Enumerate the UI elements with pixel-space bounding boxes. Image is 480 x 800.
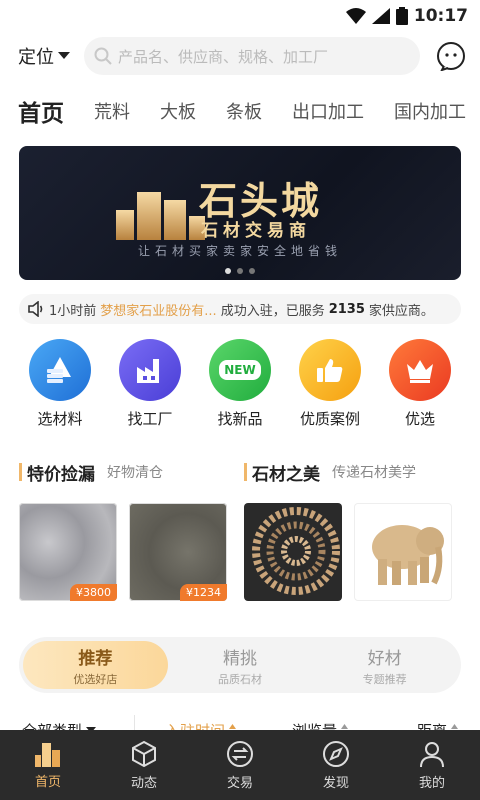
segment-main: 推荐 bbox=[78, 648, 113, 669]
bottom-nav: 首页 动态 交易 发现 我的 bbox=[0, 730, 480, 800]
tab-export-processing[interactable]: 出口加工 bbox=[292, 98, 364, 124]
segment-sub: 品质石材 bbox=[218, 672, 262, 686]
beauty-title: 石材之美 bbox=[252, 464, 320, 485]
quick-label: 找工厂 bbox=[127, 410, 173, 428]
cube-icon bbox=[132, 740, 156, 767]
tab-home[interactable]: 首页 bbox=[18, 94, 64, 131]
deals-title: 特价捡漏 bbox=[27, 464, 95, 485]
crown-icon bbox=[389, 339, 451, 401]
exchange-icon bbox=[227, 740, 253, 767]
status-bar: 10:17 bbox=[0, 0, 480, 32]
signal-icon bbox=[371, 8, 390, 24]
nav-discover[interactable]: 发现 bbox=[288, 730, 384, 800]
carousel-dots bbox=[225, 268, 255, 274]
beauty-subtitle: 传递石材美学 bbox=[332, 465, 416, 481]
nav-profile[interactable]: 我的 bbox=[384, 730, 480, 800]
carousel-dot[interactable] bbox=[237, 268, 243, 274]
category-tabs: 首页 荒料 大板 条板 出口加工 国内加工 bbox=[0, 88, 480, 134]
notice-bar[interactable]: 1小时前 梦想家石业股份有... 成功入驻，已服务 2135 家供应商。 bbox=[19, 294, 461, 324]
banner-slogan: 让石材买家卖家安全地省钱 bbox=[137, 244, 342, 258]
segment-sub: 专题推荐 bbox=[362, 672, 407, 686]
deals-subtitle: 好物清仓 bbox=[107, 465, 163, 481]
segment-recommend[interactable]: 推荐 优选好店 bbox=[23, 641, 168, 689]
quick-label: 优质案例 bbox=[299, 410, 360, 428]
deal-item-dark-stone[interactable]: ¥1234 bbox=[129, 503, 227, 601]
quick-find-factory[interactable]: 找工厂 bbox=[110, 339, 190, 429]
promo-banner[interactable]: 石头城 石材交易商 让石材买家卖家安全地省钱 bbox=[19, 146, 461, 280]
wifi-icon bbox=[345, 8, 366, 24]
tab-blocks[interactable]: 荒料 bbox=[94, 98, 130, 124]
carousel-dot[interactable] bbox=[249, 268, 255, 274]
beauty-item-pebble-spiral[interactable] bbox=[244, 503, 342, 601]
battery-icon bbox=[395, 7, 408, 25]
notice-count: 2135 bbox=[328, 301, 365, 317]
speaker-icon bbox=[28, 301, 43, 317]
nav-home[interactable]: 首页 bbox=[0, 730, 96, 800]
nav-trade[interactable]: 交易 bbox=[192, 730, 288, 800]
banner-subtitle: 石材交易商 bbox=[201, 221, 311, 241]
message-icon[interactable] bbox=[436, 41, 466, 71]
quick-preferred[interactable]: 优选 bbox=[380, 339, 460, 429]
location-selector[interactable]: 定位 bbox=[18, 43, 84, 69]
notice-time: 1小时前 bbox=[49, 303, 97, 319]
location-label: 定位 bbox=[18, 47, 54, 68]
deal-item-granite[interactable]: ¥3800 bbox=[19, 503, 117, 601]
quick-label: 选材料 bbox=[37, 410, 83, 428]
search-placeholder: 产品名、供应商、规格、加工厂 bbox=[118, 47, 329, 66]
nav-label: 我的 bbox=[418, 775, 445, 791]
notice-text: 成功入驻，已服务 bbox=[220, 303, 325, 319]
tab-strips[interactable]: 条板 bbox=[226, 98, 262, 124]
nav-label: 发现 bbox=[322, 775, 349, 791]
carousel-dot[interactable] bbox=[225, 268, 231, 274]
segment-main: 好材 bbox=[367, 648, 402, 669]
home-building-icon bbox=[35, 742, 60, 767]
quick-quality-cases[interactable]: 优质案例 bbox=[290, 339, 370, 429]
search-input[interactable]: 产品名、供应商、规格、加工厂 bbox=[84, 37, 420, 75]
nav-label: 交易 bbox=[226, 775, 253, 791]
search-icon bbox=[94, 47, 112, 65]
quick-find-new[interactable]: NEW 找新品 bbox=[200, 339, 280, 429]
price-tag: ¥1234 bbox=[180, 584, 227, 601]
compass-icon bbox=[323, 740, 349, 767]
segment-curated[interactable]: 精挑 品质石材 bbox=[168, 641, 313, 689]
new-badge-icon: NEW bbox=[209, 339, 271, 401]
nav-updates[interactable]: 动态 bbox=[96, 730, 192, 800]
beauty-section: 石材之美 传递石材美学 bbox=[244, 461, 461, 601]
deals-section: 特价捡漏 好物清仓 ¥3800 ¥1234 bbox=[19, 461, 236, 601]
user-icon bbox=[420, 741, 444, 767]
tab-domestic-processing[interactable]: 国内加工 bbox=[394, 98, 466, 124]
recommend-switcher: 推荐 优选好店 精挑 品质石材 好材 专题推荐 bbox=[19, 637, 461, 693]
beauty-item-elephant[interactable] bbox=[354, 503, 452, 601]
notice-company: 梦想家石业股份有... bbox=[100, 303, 217, 319]
tab-slabs[interactable]: 大板 bbox=[160, 98, 196, 124]
factory-icon bbox=[119, 339, 181, 401]
segment-sub: 优选好店 bbox=[73, 672, 118, 686]
caret-down-icon bbox=[58, 52, 70, 59]
deals-header[interactable]: 特价捡漏 好物清仓 bbox=[19, 461, 236, 485]
price-tag: ¥3800 bbox=[70, 584, 117, 601]
clock: 10:17 bbox=[413, 6, 468, 26]
search-row: 定位 产品名、供应商、规格、加工厂 bbox=[0, 34, 480, 78]
quick-select-materials[interactable]: 选材料 bbox=[20, 339, 100, 429]
feature-sections: 特价捡漏 好物清仓 ¥3800 ¥1234 石材之美 传递石材美学 bbox=[0, 461, 480, 601]
segment-good-materials[interactable]: 好材 专题推荐 bbox=[312, 641, 457, 689]
nav-label: 动态 bbox=[130, 775, 157, 791]
layers-icon bbox=[29, 339, 91, 401]
thumbs-up-icon bbox=[299, 339, 361, 401]
quick-entry-row: 选材料 找工厂 NEW 找新品 优质案例 优选 bbox=[0, 339, 480, 429]
quick-label: 优选 bbox=[404, 410, 435, 428]
notice-text-end: 家供应商。 bbox=[368, 303, 434, 319]
quick-label: 找新品 bbox=[217, 410, 263, 428]
segment-main: 精挑 bbox=[223, 648, 257, 669]
beauty-header[interactable]: 石材之美 传递石材美学 bbox=[244, 461, 461, 485]
new-badge-text: NEW bbox=[219, 360, 261, 380]
nav-label: 首页 bbox=[34, 774, 61, 790]
city-logo-icon bbox=[116, 192, 205, 240]
